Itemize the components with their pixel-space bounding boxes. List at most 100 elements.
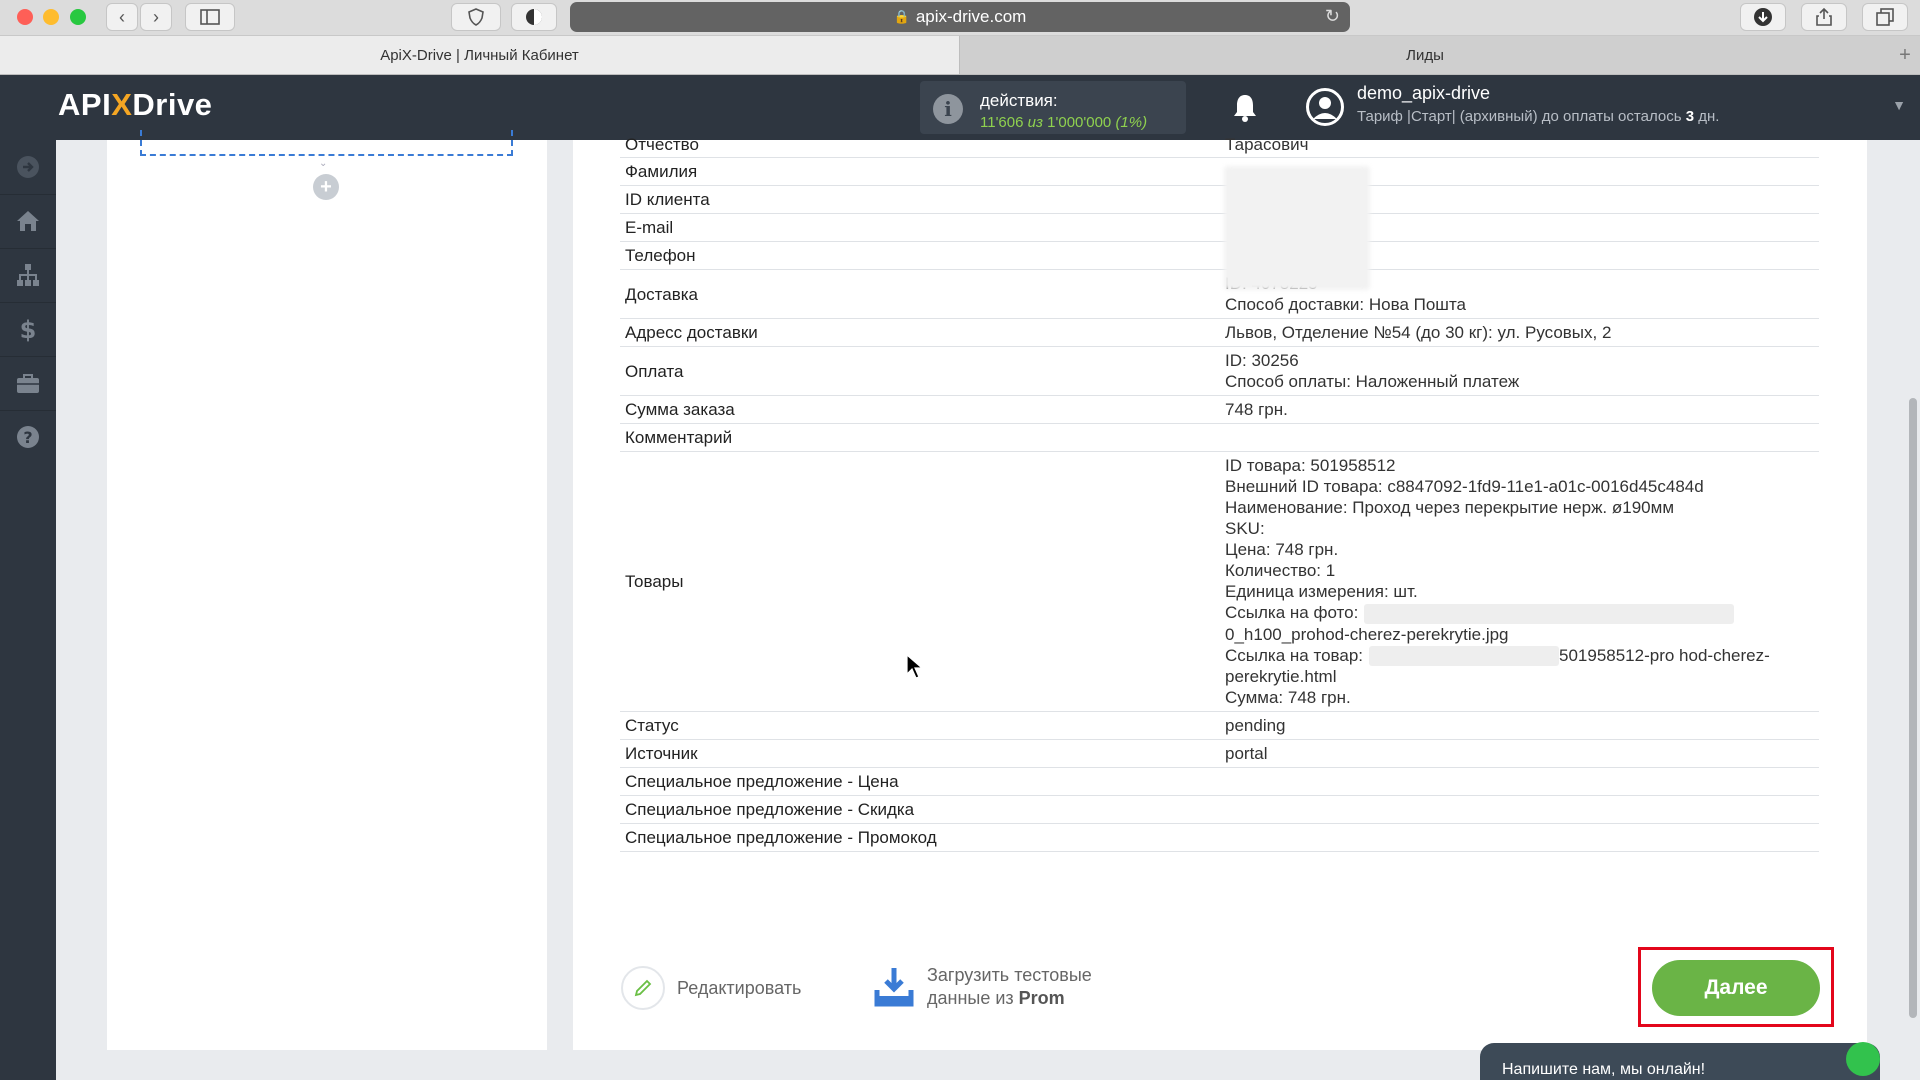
field-name: Сумма заказа [620, 395, 1220, 424]
table-row: Товары ID товара: 501958512 Внешний ID тов… [620, 451, 1819, 713]
address-bar[interactable]: 🔒 apix-drive.com ↻ [570, 2, 1350, 32]
field-name: Специальное предложение - Промокод [620, 823, 1220, 853]
block-placeholder[interactable] [140, 130, 513, 156]
maximize-window-button[interactable] [70, 9, 86, 25]
downloads-icon[interactable] [1740, 3, 1786, 31]
field-name: Отчество [620, 132, 1220, 158]
field-name: ID клиента [620, 185, 1220, 214]
field-value-line: Способ доставки: Нова Пошта [1225, 295, 1466, 314]
table-row: Отчество Тарасович [620, 132, 1819, 158]
actions-count: 11'606 из 1'000'000 (1%) [980, 114, 1147, 131]
forward-icon[interactable]: › [140, 3, 172, 31]
table-row: Оплата ID: 30256 Способ оплаты: Наложенный… [620, 346, 1819, 396]
table-row: ID клиента [620, 185, 1819, 214]
pencil-icon [621, 966, 665, 1010]
redacted-url [1364, 603, 1735, 624]
field-name: Комментарий [620, 423, 1220, 452]
sidebar-item-home[interactable] [0, 194, 56, 248]
back-icon[interactable]: ‹ [106, 3, 138, 31]
edit-button[interactable]: Редактировать [621, 966, 801, 1010]
field-value-line: Единица измерения: шт. [1225, 582, 1418, 601]
field-name: Доставка [620, 269, 1220, 319]
actions-total: 1'000'000 [1047, 114, 1112, 131]
scrollbar[interactable] [1906, 140, 1920, 1080]
field-value [1220, 767, 1819, 797]
table-row: Специальное предложение - Скидка [620, 795, 1819, 825]
shield-icon[interactable] [451, 3, 501, 31]
lock-icon: 🔒 [893, 9, 910, 24]
table-row: Комментарий [620, 423, 1819, 452]
field-name: E-mail [620, 213, 1220, 242]
sidebar-item-connections[interactable] [0, 248, 56, 302]
field-value-line: Ссылка на товар: [1225, 646, 1559, 667]
browser-toolbar: ‹ › 🔒 apix-drive.com ↻ [0, 0, 1920, 36]
tabs-overview-icon[interactable] [1862, 3, 1908, 31]
field-value-line: Ссылка на фото: [1225, 602, 1814, 624]
field-value: Львов, Отделение №54 (до 30 кг): ул. Рус… [1220, 318, 1819, 347]
field-name: Специальное предложение - Скидка [620, 795, 1220, 825]
user-avatar-icon[interactable] [1306, 88, 1344, 126]
bell-icon[interactable] [1230, 92, 1260, 124]
tab-leads[interactable]: Лиды [960, 36, 1890, 74]
chat-text: Напишите нам, мы онлайн! [1502, 1061, 1706, 1078]
chevron-down-icon[interactable]: ▼ [1892, 97, 1906, 113]
field-name: Оплата [620, 346, 1220, 396]
field-value: ID: 30256 Способ оплаты: Наложенный плате… [1220, 346, 1819, 396]
main-panel: Отчество Тарасович Фамилия ID клиента E-mail… [573, 132, 1867, 1050]
table-row: Статус pending [620, 711, 1819, 741]
actions-label: действия: [980, 91, 1058, 110]
reload-icon[interactable]: ↻ [1325, 6, 1340, 27]
privacy-icon[interactable] [511, 3, 557, 31]
sidebar-item-help[interactable]: ? [0, 410, 56, 464]
username[interactable]: demo_apix-drive [1357, 83, 1490, 104]
field-value-line: Цена: 748 грн. [1225, 540, 1339, 559]
new-tab-button[interactable]: + [1890, 36, 1920, 74]
add-block-icon[interactable]: + [313, 174, 339, 200]
share-icon[interactable] [1801, 3, 1847, 31]
mouse-cursor-icon [906, 654, 924, 679]
field-value-line: Внешний ID товара: c8847092-1fd9-11e1-a0… [1225, 477, 1704, 496]
download-icon [874, 968, 914, 1007]
minimize-window-button[interactable] [43, 9, 59, 25]
field-value-line: Сумма: 748 грн. [1225, 688, 1351, 708]
sidebar-item-services[interactable] [0, 356, 56, 410]
plan-info: Тариф |Старт| (архивный) до оплаты остал… [1357, 108, 1719, 125]
table-row: Телефон [620, 241, 1819, 270]
field-name: Статус [620, 711, 1220, 741]
tab-apix-cabinet[interactable]: ApiX-Drive | Личный Кабинет [0, 36, 960, 74]
arrow-right-circle-icon [17, 156, 39, 178]
field-value-line: 0_h100_prohod-cherez-perekrytie.jpg [1225, 624, 1509, 644]
field-value [1220, 795, 1819, 825]
briefcase-icon [17, 374, 39, 393]
close-window-button[interactable] [17, 9, 33, 25]
apix-drive-logo[interactable]: APIXDrive [58, 87, 212, 123]
field-value [1220, 823, 1819, 853]
scrollbar-thumb[interactable] [1909, 398, 1917, 1018]
table-row: Специальное предложение - Промокод [620, 823, 1819, 853]
actions-of: из [1027, 114, 1043, 131]
field-value: Тарасович [1220, 132, 1819, 158]
field-value: ID товара: 501958512 Внешний ID товара: c… [1220, 451, 1819, 713]
table-row: E-mail [620, 213, 1819, 242]
field-value-line: 501958512-pro hod-cherez- [1559, 645, 1770, 665]
chat-widget[interactable]: Напишите нам, мы онлайн! [1480, 1043, 1880, 1080]
field-value: 748 грн. [1220, 395, 1819, 424]
sidebar-toggle-icon[interactable] [185, 3, 235, 31]
redacted-url [1369, 646, 1559, 667]
field-value: portal [1220, 739, 1819, 769]
field-value [1220, 423, 1819, 452]
actions-counter[interactable]: i действия: 11'606 из 1'000'000 (1%) [920, 81, 1186, 134]
table-row: Фамилия [620, 157, 1819, 186]
sitemap-icon [17, 264, 39, 286]
logo-drive-text: Drive [132, 87, 213, 122]
table-row: Адресс доставки Львов, Отделение №54 (до … [620, 318, 1819, 347]
table-row: Специальное предложение - Цена [620, 767, 1819, 797]
field-name: Адресс доставки [620, 318, 1220, 347]
field-value-line: Наименование: Проход через перекрытие не… [1225, 498, 1675, 517]
table-row: Источник portal [620, 739, 1819, 769]
sidebar-item-billing[interactable]: $ [0, 302, 56, 356]
sidebar-item-expand[interactable] [0, 140, 56, 194]
load-test-data-button[interactable]: Загрузить тестовые данные из Prom [873, 964, 1092, 1010]
next-button[interactable]: Далее [1652, 960, 1820, 1016]
field-value-line: Количество: 1 [1225, 561, 1336, 580]
